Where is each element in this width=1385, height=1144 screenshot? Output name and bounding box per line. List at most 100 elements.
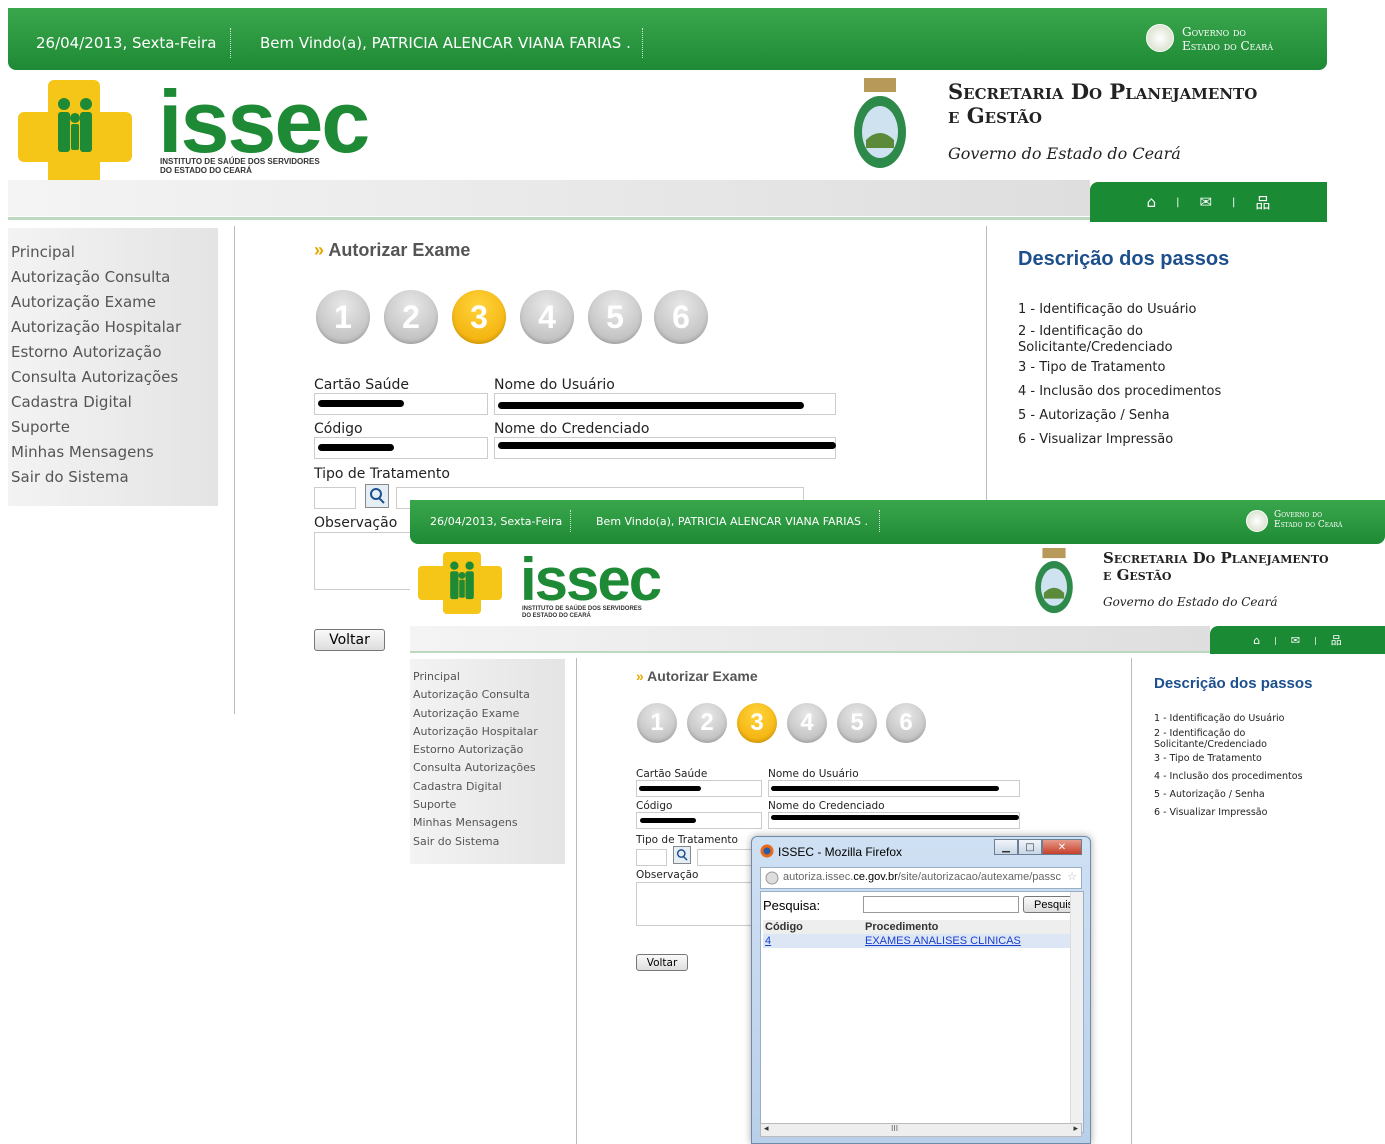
descricao-item-3: 3 - Tipo de Tratamento xyxy=(1018,360,1166,375)
search-label: Pesquisa: xyxy=(763,898,821,913)
gov-line2: Estado do Ceará xyxy=(1182,39,1274,53)
sidebar-item-minhas-mensagens[interactable]: Minhas Mensagens xyxy=(11,440,218,465)
descricao-list: 1 - Identificação do Usuário 2 - Identif… xyxy=(1154,713,1303,818)
step-2: 2 xyxy=(687,703,727,743)
horizontal-scrollbar[interactable]: ◂ III ▸ xyxy=(760,1123,1082,1137)
sidebar-item-autorizacao-exame[interactable]: Autorização Exame xyxy=(413,705,565,723)
sidebar-item-autorizacao-hospitalar[interactable]: Autorização Hospitalar xyxy=(413,723,565,741)
sidebar-item-cadastra-digital[interactable]: Cadastra Digital xyxy=(11,390,218,415)
descricao-item-4: 4 - Inclusão dos procedimentos xyxy=(1154,771,1303,782)
secretaria-line2: e Gestão xyxy=(1103,566,1172,585)
close-button[interactable]: ✕ xyxy=(1042,839,1082,855)
gov-logo: Governo do Estado do Ceará xyxy=(1246,510,1381,536)
sidebar-item-estorno-autorizacao[interactable]: Estorno Autorização xyxy=(11,340,218,365)
gov-logo: Governo do Estado do Ceará xyxy=(1146,22,1326,58)
tipo-code-field[interactable] xyxy=(314,487,356,509)
sidebar-item-cadastra-digital[interactable]: Cadastra Digital xyxy=(413,778,565,796)
procedimento-link[interactable]: EXAMES ANALISES CLINICAS xyxy=(865,935,1021,947)
firefox-popup-window: ISSEC - Mozilla Firefox ▁ □ ✕ autoriza.i… xyxy=(751,836,1091,1144)
mail-icon[interactable]: ✉ xyxy=(1291,634,1300,647)
search-input[interactable] xyxy=(863,896,1019,913)
secretaria-title: Secretaria Do Planejamento e Gestão xyxy=(948,79,1257,129)
descricao-title: Descrição dos passos xyxy=(1018,248,1230,270)
descricao-item-5: 5 - Autorização / Senha xyxy=(1154,789,1265,800)
sitemap-icon[interactable]: 品 xyxy=(1331,632,1342,648)
step-1: 1 xyxy=(637,703,677,743)
tipo-label: Tipo de Tratamento xyxy=(636,834,738,846)
magnifier-icon xyxy=(676,849,688,861)
observacao-field[interactable] xyxy=(636,882,756,926)
home-icon[interactable]: ⌂ xyxy=(1147,193,1157,211)
tipo-code-field[interactable] xyxy=(636,849,667,866)
secretaria-line2: e Gestão xyxy=(948,103,1042,129)
separator xyxy=(879,510,880,532)
col-procedimento: Procedimento xyxy=(863,920,1083,934)
top-bar: 26/04/2013, Sexta-Feira Bem Vindo(a), PA… xyxy=(410,500,1385,544)
observacao-field[interactable] xyxy=(314,532,414,590)
mail-icon[interactable]: ✉ xyxy=(1199,193,1212,211)
cartao-label: Cartão Saúde xyxy=(636,768,708,780)
secretaria-title: Secretaria Do Planejamento e Gestão xyxy=(1103,549,1329,585)
redaction xyxy=(498,442,836,449)
content-divider xyxy=(234,226,235,714)
maximize-button[interactable]: □ xyxy=(1018,839,1042,855)
sidebar-item-principal[interactable]: Principal xyxy=(11,240,218,265)
sidebar-item-principal[interactable]: Principal xyxy=(413,668,565,686)
col-codigo: Código xyxy=(763,920,863,934)
step-4: 4 xyxy=(787,703,827,743)
sidebar-item-autorizacao-exame[interactable]: Autorização Exame xyxy=(11,290,218,315)
home-icon[interactable]: ⌂ xyxy=(1253,634,1260,647)
tipo-desc-field[interactable] xyxy=(697,849,757,866)
descricao-item-2b: Solicitante/Credenciado xyxy=(1018,340,1173,355)
step-5: 5 xyxy=(588,290,642,344)
sidebar-item-suporte[interactable]: Suporte xyxy=(11,415,218,440)
tipo-search-button[interactable] xyxy=(365,484,389,508)
descricao-title: Descrição dos passos xyxy=(1154,675,1313,692)
firefox-icon xyxy=(760,844,774,858)
popup-title: ISSEC - Mozilla Firefox xyxy=(778,845,903,859)
sitemap-icon[interactable]: 品 xyxy=(1255,192,1270,213)
nome-usuario-label: Nome do Usuário xyxy=(768,768,859,780)
procedures-table: Código Procedimento 4 EXAMES ANALISES CL… xyxy=(763,920,1083,948)
sidebar-item-minhas-mensagens[interactable]: Minhas Mensagens xyxy=(413,814,565,832)
tipo-search-button[interactable] xyxy=(673,846,691,864)
separator xyxy=(570,510,571,532)
codigo-link[interactable]: 4 xyxy=(765,935,771,947)
scroll-left-arrow-icon[interactable]: ◂ xyxy=(764,1124,769,1134)
sidebar-item-autorizacao-consulta[interactable]: Autorização Consulta xyxy=(413,686,565,704)
header-strip xyxy=(8,180,1090,216)
title-arrow-icon: » xyxy=(636,668,644,684)
sidebar-item-sair[interactable]: Sair do Sistema xyxy=(413,833,565,851)
header-divider xyxy=(8,217,1090,220)
title-arrow-icon: » xyxy=(314,240,325,260)
minimize-button[interactable]: ▁ xyxy=(994,839,1018,855)
sidebar-item-suporte[interactable]: Suporte xyxy=(413,796,565,814)
page-title-text: Autorizar Exame xyxy=(647,668,758,684)
sidebar-item-sair[interactable]: Sair do Sistema xyxy=(11,465,218,490)
url-bar[interactable]: autoriza.issec.ce.gov.br/site/autorizaca… xyxy=(760,867,1082,889)
sidebar-item-estorno-autorizacao[interactable]: Estorno Autorização xyxy=(413,741,565,759)
step-2: 2 xyxy=(384,290,438,344)
nome-credenciado-label: Nome do Credenciado xyxy=(494,421,650,437)
step-6: 6 xyxy=(654,290,708,344)
codigo-label: Código xyxy=(636,800,673,812)
sidebar-item-consulta-autorizacoes[interactable]: Consulta Autorizações xyxy=(11,365,218,390)
sidebar-item-consulta-autorizacoes[interactable]: Consulta Autorizações xyxy=(413,759,565,777)
ceara-coat-of-arms-icon xyxy=(854,78,906,168)
page-title-text: Autorizar Exame xyxy=(328,240,471,260)
scroll-right-arrow-icon[interactable]: ▸ xyxy=(1073,1124,1078,1134)
redaction xyxy=(498,402,804,409)
voltar-button[interactable]: Voltar xyxy=(314,629,385,651)
vertical-scrollbar[interactable] xyxy=(1070,892,1083,1132)
sidebar-item-autorizacao-hospitalar[interactable]: Autorização Hospitalar xyxy=(11,315,218,340)
welcome-text: Bem Vindo(a), PATRICIA ALENCAR VIANA FAR… xyxy=(596,515,868,528)
voltar-button[interactable]: Voltar xyxy=(636,954,688,971)
scroll-grip[interactable]: III xyxy=(891,1124,898,1133)
bookmark-star-icon[interactable]: ☆ xyxy=(1067,870,1077,883)
logo-sub2: DO ESTADO DO CEARÁ xyxy=(160,166,252,175)
nome-credenciado-label: Nome do Credenciado xyxy=(768,800,885,812)
descricao-item-5: 5 - Autorização / Senha xyxy=(1018,408,1170,423)
sidebar-item-autorizacao-consulta[interactable]: Autorização Consulta xyxy=(11,265,218,290)
url-path: /site/autorizacao/autexame/passc xyxy=(897,871,1062,883)
logo-sub1: INSTITUTO DE SAÚDE DOS SERVIDORES xyxy=(522,606,642,612)
